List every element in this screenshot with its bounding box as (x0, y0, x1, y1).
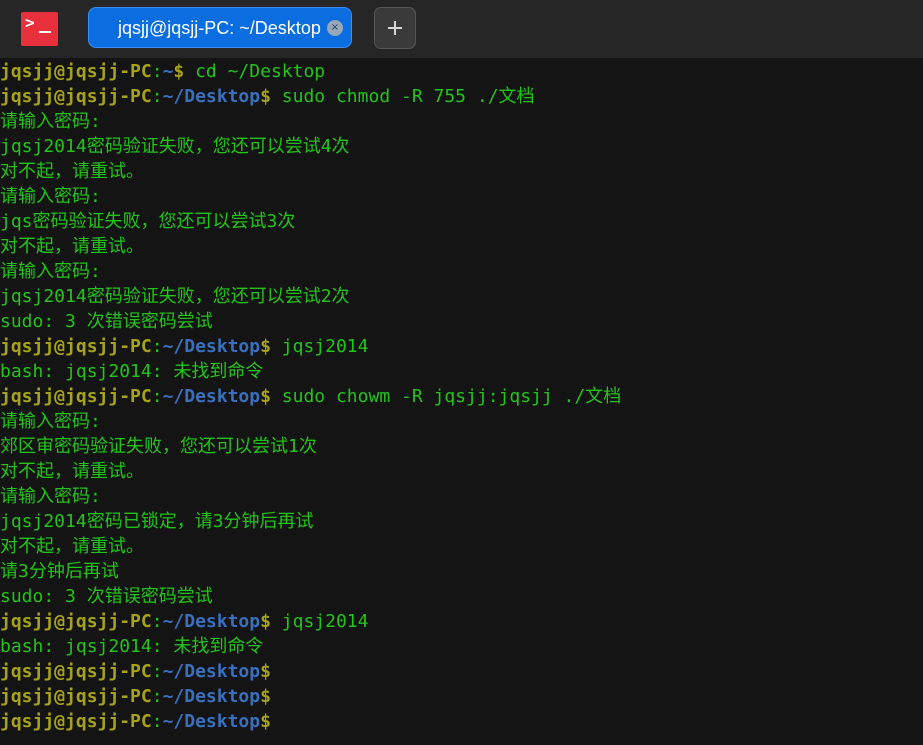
output-text: 请3分钟后再试 (0, 561, 119, 582)
prompt-path: ~/Desktop (162, 711, 261, 732)
prompt-symbol: $ (173, 61, 185, 82)
output-text: 对不起，请重试。 (0, 461, 144, 482)
terminal-prompt-line: jqsjj@jqsjj-PC:~/Desktop$ sudo chowm -R … (0, 384, 923, 409)
prompt-symbol: $ (260, 686, 271, 707)
terminal-output-line: jqsj2014密码验证失败，您还可以尝试2次 (0, 284, 923, 309)
prompt-path: ~/Desktop (162, 336, 261, 357)
output-text: 请输入密码: (0, 186, 101, 207)
command-text: cd ~/Desktop (184, 61, 326, 82)
terminal-output-line: jqs密码验证失败，您还可以尝试3次 (0, 209, 923, 234)
prompt-path: ~ (162, 61, 174, 82)
prompt-path: ~/Desktop (162, 86, 261, 107)
output-text: 郊区审密码验证失败，您还可以尝试1次 (0, 436, 317, 457)
terminal-prompt-line: jqsjj@jqsjj-PC:~/Desktop$ (0, 684, 923, 709)
terminal-output-line: sudo: 3 次错误密码尝试 (0, 584, 923, 609)
output-text: sudo: 3 次错误密码尝试 (0, 586, 213, 607)
output-text: bash: jqsj2014: 未找到命令 (0, 636, 264, 657)
prompt-user-host: jqsjj@jqsjj-PC (0, 386, 152, 407)
plus-icon-stroke (394, 21, 396, 35)
prompt-symbol: $ (260, 661, 271, 682)
output-text: jqsj2014密码已锁定，请3分钟后再试 (0, 511, 314, 532)
prompt-symbol: $ (260, 711, 271, 732)
prompt-path: ~/Desktop (162, 661, 261, 682)
terminal-app-icon[interactable]: > (21, 12, 58, 46)
prompt-symbol: $ (260, 86, 271, 107)
command-text: sudo chowm -R jqsjj:jqsjj ./文档 (270, 386, 622, 407)
prompt-separator: : (151, 61, 163, 82)
terminal-output-line: 对不起，请重试。 (0, 459, 923, 484)
prompt-separator: : (151, 386, 163, 407)
terminal-output-line: 请输入密码: (0, 409, 923, 434)
terminal-output-line: bash: jqsj2014: 未找到命令 (0, 634, 923, 659)
output-text: 对不起，请重试。 (0, 236, 144, 257)
prompt-separator: : (151, 661, 163, 682)
prompt-separator: : (151, 711, 163, 732)
terminal-prompt-line: jqsjj@jqsjj-PC:~$ cd ~/Desktop (0, 59, 923, 84)
terminal-output-line: jqsj2014密码验证失败，您还可以尝试4次 (0, 134, 923, 159)
prompt-symbol: $ (260, 386, 271, 407)
terminal-prompt-line: jqsjj@jqsjj-PC:~/Desktop$ (0, 659, 923, 684)
output-text: 请输入密码: (0, 111, 101, 132)
terminal-output-line: 请3分钟后再试 (0, 559, 923, 584)
prompt-user-host: jqsjj@jqsjj-PC (0, 711, 152, 732)
prompt-separator: : (151, 86, 163, 107)
terminal-output-line: 郊区审密码验证失败，您还可以尝试1次 (0, 434, 923, 459)
terminal-output-line: bash: jqsj2014: 未找到命令 (0, 359, 923, 384)
output-text: 对不起，请重试。 (0, 536, 144, 557)
output-text: 对不起，请重试。 (0, 161, 144, 182)
close-tab-icon[interactable]: × (327, 20, 343, 36)
prompt-path: ~/Desktop (162, 611, 261, 632)
terminal-output-line: 对不起，请重试。 (0, 159, 923, 184)
tab-terminal-session[interactable]: jqsjj@jqsjj-PC: ~/Desktop × (88, 7, 352, 48)
terminal-output-line: 请输入密码: (0, 184, 923, 209)
terminal-output-line: sudo: 3 次错误密码尝试 (0, 309, 923, 334)
title-bar: > jqsjj@jqsjj-PC: ~/Desktop × (0, 0, 923, 58)
terminal-output-line: 对不起，请重试。 (0, 234, 923, 259)
prompt-separator: : (151, 336, 163, 357)
terminal-prompt-line: jqsjj@jqsjj-PC:~/Desktop$ sudo chmod -R … (0, 84, 923, 109)
output-text: 请输入密码: (0, 486, 101, 507)
output-text: jqs密码验证失败，您还可以尝试3次 (0, 211, 296, 232)
prompt-user-host: jqsjj@jqsjj-PC (0, 86, 152, 107)
prompt-user-host: jqsjj@jqsjj-PC (0, 61, 152, 82)
command-text: jqsj2014 (270, 336, 369, 357)
terminal-output-line: 请输入密码: (0, 484, 923, 509)
new-tab-button[interactable] (374, 7, 416, 49)
prompt-separator: : (151, 686, 163, 707)
terminal-prompt-line: jqsjj@jqsjj-PC:~/Desktop$ (0, 709, 923, 734)
prompt-path: ~/Desktop (162, 686, 261, 707)
prompt-cursor-icon (39, 31, 51, 33)
prompt-symbol: $ (260, 611, 271, 632)
prompt-user-host: jqsjj@jqsjj-PC (0, 686, 152, 707)
tab-title: jqsjj@jqsjj-PC: ~/Desktop (118, 18, 321, 38)
output-text: jqsj2014密码验证失败，您还可以尝试4次 (0, 136, 350, 157)
prompt-symbol: $ (260, 336, 271, 357)
prompt-separator: : (151, 611, 163, 632)
command-text: jqsj2014 (270, 611, 369, 632)
output-text: jqsj2014密码验证失败，您还可以尝试2次 (0, 286, 350, 307)
output-text: 请输入密码: (0, 411, 101, 432)
prompt-user-host: jqsjj@jqsjj-PC (0, 611, 152, 632)
prompt-chevron-icon: > (25, 13, 35, 32)
terminal-output-line: jqsj2014密码已锁定，请3分钟后再试 (0, 509, 923, 534)
prompt-user-host: jqsjj@jqsjj-PC (0, 336, 152, 357)
terminal-output-line: 对不起，请重试。 (0, 534, 923, 559)
terminal-prompt-line: jqsjj@jqsjj-PC:~/Desktop$ jqsj2014 (0, 609, 923, 634)
output-text: 请输入密码: (0, 261, 101, 282)
terminal-prompt-line: jqsjj@jqsjj-PC:~/Desktop$ jqsj2014 (0, 334, 923, 359)
terminal-output[interactable]: jqsjj@jqsjj-PC:~$ cd ~/Desktop jqsjj@jqsj… (0, 58, 923, 745)
terminal-output-line: 请输入密码: (0, 259, 923, 284)
command-text: sudo chmod -R 755 ./文档 (270, 86, 535, 107)
prompt-user-host: jqsjj@jqsjj-PC (0, 661, 152, 682)
output-text: bash: jqsj2014: 未找到命令 (0, 361, 264, 382)
output-text: sudo: 3 次错误密码尝试 (0, 311, 213, 332)
prompt-path: ~/Desktop (162, 386, 261, 407)
terminal-output-line: 请输入密码: (0, 109, 923, 134)
